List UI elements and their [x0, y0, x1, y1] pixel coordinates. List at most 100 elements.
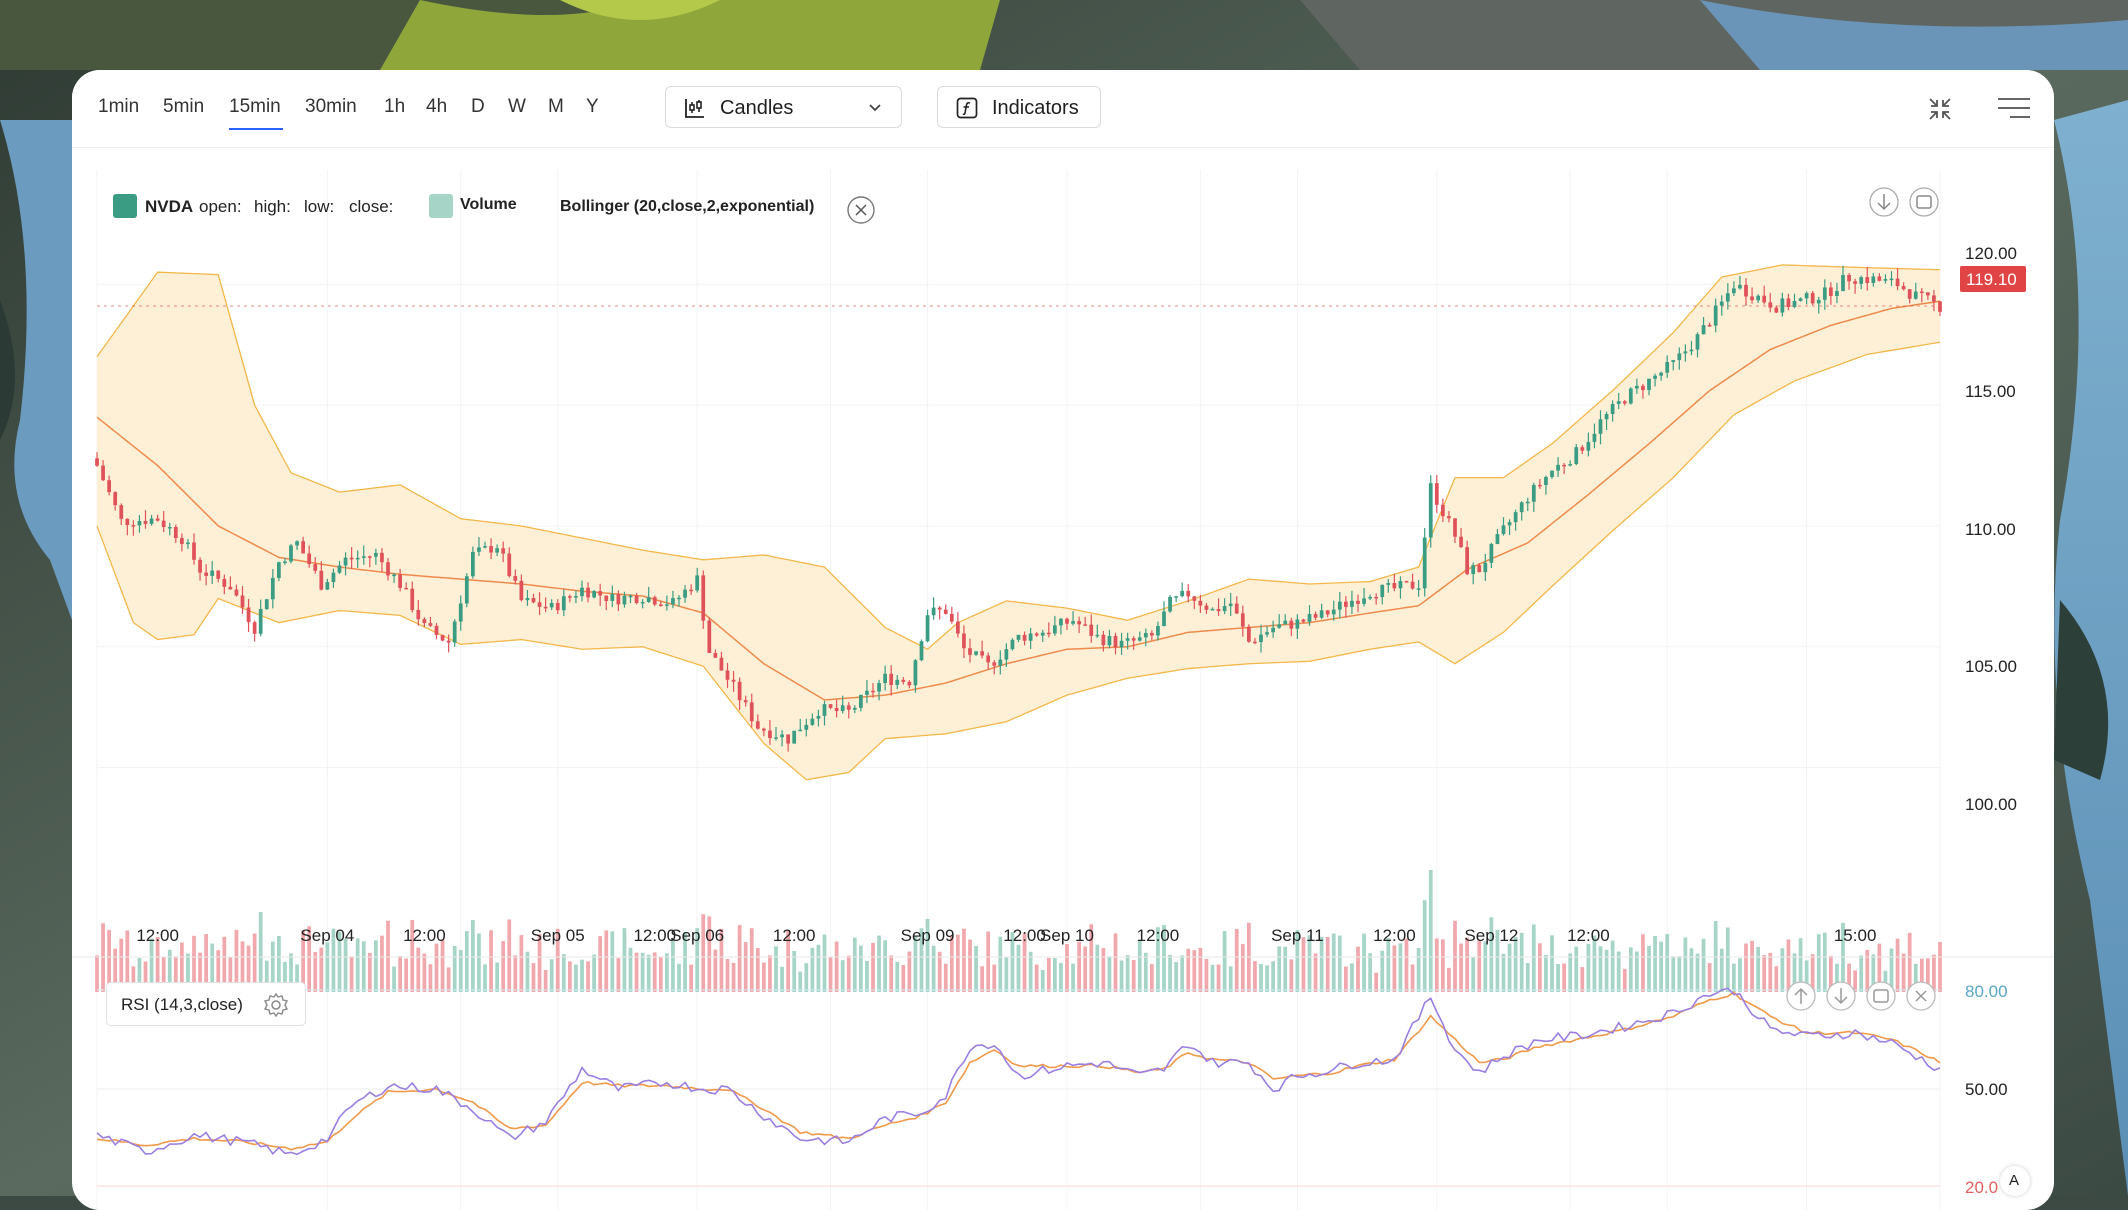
candle-body — [1719, 301, 1724, 306]
volume-bar — [1501, 953, 1506, 992]
candle-body — [155, 518, 160, 521]
volume-bar — [446, 967, 451, 992]
candle-body — [816, 715, 821, 719]
volume-bar — [937, 951, 942, 992]
price-chart[interactable] — [72, 70, 2054, 1210]
candle-body — [1683, 351, 1688, 354]
candle-body — [1792, 300, 1797, 307]
candle-body — [555, 602, 560, 611]
candle-body — [367, 556, 372, 558]
candle-body — [319, 570, 324, 590]
volume-bar — [1441, 939, 1445, 992]
candle-body — [1307, 614, 1312, 622]
volume-bar — [1707, 963, 1712, 992]
candle-body — [1883, 279, 1888, 281]
candle-body — [1277, 624, 1282, 628]
volume-bar — [1368, 953, 1372, 992]
candle-body — [337, 565, 342, 573]
candle-body — [755, 721, 760, 729]
volume-bar — [1616, 951, 1621, 992]
candle-body — [1083, 624, 1088, 626]
candle-body — [313, 564, 318, 571]
candle-body — [768, 730, 772, 739]
time-tick-label: 12:00 — [772, 926, 816, 945]
move-down-icon[interactable] — [1868, 186, 1900, 218]
volume-bar — [513, 955, 518, 992]
volume-bar — [495, 962, 499, 992]
volume-bar — [1362, 933, 1366, 992]
candle-body — [125, 518, 130, 526]
candle-body — [1447, 516, 1451, 519]
candle-body — [222, 578, 227, 587]
volume-bar — [471, 920, 475, 992]
volume-bar — [1719, 948, 1724, 992]
rsi-legend-box: RSI (14,3,close) — [106, 982, 306, 1026]
candle-body — [598, 591, 603, 596]
rsi-close-icon[interactable] — [1905, 980, 1937, 1012]
candle-body — [519, 580, 524, 601]
candle-body — [307, 553, 312, 565]
volume-bar — [1574, 946, 1579, 992]
candle-body — [937, 607, 942, 610]
candle-body — [1453, 518, 1457, 537]
volume-bar — [1186, 948, 1191, 992]
candle-body — [452, 621, 457, 643]
candle-body — [1253, 641, 1257, 644]
candle-body — [361, 556, 366, 558]
volume-bar — [404, 958, 409, 992]
candle-body — [1780, 298, 1785, 313]
candle-body — [1580, 447, 1585, 451]
candle-body — [119, 505, 124, 519]
candle-body — [1725, 293, 1730, 302]
remove-indicator-icon[interactable] — [846, 195, 876, 225]
candle-body — [859, 694, 863, 708]
auto-scale-button[interactable]: A — [2000, 1166, 2030, 1196]
candle-body — [828, 704, 833, 708]
candle-body — [1095, 634, 1100, 637]
candle-body — [374, 552, 378, 557]
volume-bar — [1598, 946, 1603, 992]
gear-icon[interactable] — [263, 992, 289, 1018]
candle-body — [1610, 403, 1615, 414]
volume-bar — [1374, 972, 1379, 992]
candle-body — [349, 557, 354, 560]
volume-bar — [598, 936, 603, 992]
rsi-move-down-icon[interactable] — [1825, 980, 1857, 1012]
candle-body — [943, 609, 948, 614]
candle-body — [525, 598, 530, 601]
volume-bar — [1404, 938, 1409, 992]
candle-body — [1768, 302, 1773, 308]
volume-bar — [1083, 946, 1088, 992]
time-tick-label: Sep 05 — [530, 926, 585, 945]
candle-body — [586, 587, 590, 598]
rsi-maximize-icon[interactable] — [1865, 980, 1897, 1012]
volume-bar — [1410, 964, 1415, 992]
candle-body — [1507, 522, 1512, 526]
candle-body — [434, 625, 439, 635]
candle-body — [464, 576, 469, 604]
volume-bar — [743, 942, 748, 992]
candle-body — [1816, 299, 1821, 304]
volume-bar — [440, 939, 445, 992]
volume-bar — [586, 961, 590, 992]
price-tick-115: 115.00 — [1965, 382, 2016, 401]
candle-body — [1004, 649, 1009, 660]
candle-body — [1671, 360, 1676, 363]
volume-bar — [1065, 943, 1069, 992]
maximize-pane-icon[interactable] — [1908, 186, 1940, 218]
candle-body — [477, 547, 481, 552]
volume-bar — [1313, 953, 1318, 992]
candle-body — [998, 659, 1003, 666]
volume-bar — [543, 969, 548, 992]
candle-body — [1034, 633, 1039, 636]
candle-body — [204, 572, 208, 576]
volume-bar — [640, 952, 645, 992]
volume-bar — [1228, 966, 1233, 992]
move-up-icon[interactable] — [1785, 980, 1817, 1012]
volume-bar — [1234, 929, 1239, 992]
candle-body — [1053, 625, 1057, 634]
volume-bar — [1732, 963, 1736, 992]
volume-bar — [968, 939, 972, 992]
candle-body — [1071, 621, 1075, 624]
volume-bar — [877, 935, 881, 992]
